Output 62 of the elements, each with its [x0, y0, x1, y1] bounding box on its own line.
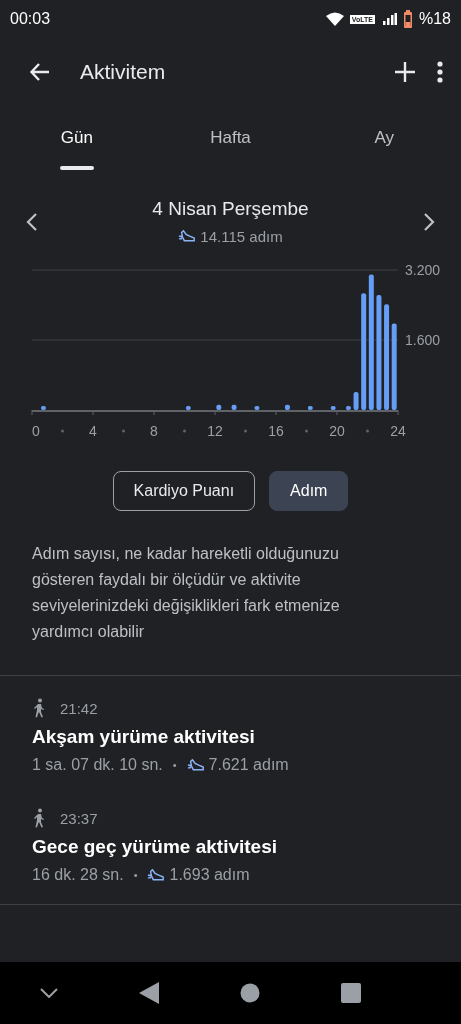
walking-person-icon: [32, 698, 46, 718]
bar: [307, 406, 313, 410]
metric-toggle-button[interactable]: Adım: [269, 471, 349, 511]
more-dots-icon: [437, 60, 443, 84]
bar: [185, 406, 191, 410]
battery-icon: [402, 10, 413, 28]
y-tick-label: 3.200: [405, 262, 441, 278]
chevron-left-icon: [26, 211, 38, 232]
chevron-right-icon: [423, 211, 435, 232]
minor-tick-dot: [366, 429, 369, 433]
period-tab[interactable]: Hafta: [153, 106, 308, 170]
battery-level: %18: [418, 10, 451, 28]
shoe-icon: [186, 757, 205, 773]
chevron-down-icon: [40, 988, 59, 998]
bar: [216, 404, 222, 410]
y-tick-label: 1.600: [405, 332, 441, 348]
recents-square-icon: [340, 983, 361, 1003]
shoe-icon: [147, 867, 166, 883]
triangle-back-icon: [139, 982, 160, 1004]
home-circle-icon: [239, 983, 260, 1003]
minor-tick-dot: [244, 429, 247, 433]
signal-icon: [380, 13, 397, 25]
minor-tick-dot: [305, 429, 308, 433]
bar: [353, 392, 359, 410]
x-tick-label: 12: [207, 423, 223, 439]
plus-icon: [393, 60, 417, 84]
x-tick-label: 8: [150, 423, 158, 439]
activity-time: 21:42: [60, 699, 98, 717]
bar: [40, 406, 46, 410]
x-tick-label: 16: [268, 423, 284, 439]
wifi-icon: [325, 12, 344, 26]
bar: [254, 406, 260, 410]
shoe-icon: [178, 229, 197, 244]
activity-title[interactable]: Gece geç yürüme aktivitesi: [32, 836, 429, 858]
separator-dot: •: [172, 759, 177, 771]
activity-duration: 1 sa. 07 dk. 10 sn.: [32, 756, 163, 774]
description-text: Adım sayısı, ne kadar hareketli olduğunuzu gösteren faydalı bir ölçüdür ve aktivite seviyelerinizdeki değişiklikleri fark etmenize yardımcı olabilir: [32, 544, 341, 642]
activity-title[interactable]: Akşam yürüme aktivitesi: [32, 726, 429, 748]
activity-duration: 16 dk. 28 sn.: [32, 866, 124, 884]
page-title: Aktivitem: [80, 60, 167, 84]
bar: [345, 406, 351, 410]
activity-time: 23:37: [60, 809, 98, 827]
period-tab[interactable]: Ay: [307, 106, 461, 170]
activity-steps: 1.693 adım: [169, 866, 250, 884]
bar: [284, 404, 290, 410]
minor-tick-dot: [122, 429, 125, 433]
x-tick-label: 20: [329, 423, 345, 439]
metric-toggle-button[interactable]: Kardiyo Puanı: [112, 471, 256, 511]
bar: [231, 404, 237, 410]
status-time: 00:03: [10, 10, 52, 28]
period-tab[interactable]: Gün: [0, 106, 154, 170]
separator-dot: •: [133, 869, 138, 881]
activity-steps: 7.621 adım: [208, 756, 289, 774]
x-tick-label: 4: [89, 423, 97, 439]
minor-tick-dot: [183, 429, 186, 433]
step-total: 14.115 adım: [200, 228, 283, 245]
walking-person-icon: [32, 808, 46, 828]
minor-tick-dot: [61, 429, 64, 433]
x-tick-label: 0: [32, 423, 40, 439]
bar: [330, 406, 336, 410]
date-title: 4 Nisan Perşembe: [152, 198, 309, 220]
x-tick-label: 24: [390, 423, 406, 439]
